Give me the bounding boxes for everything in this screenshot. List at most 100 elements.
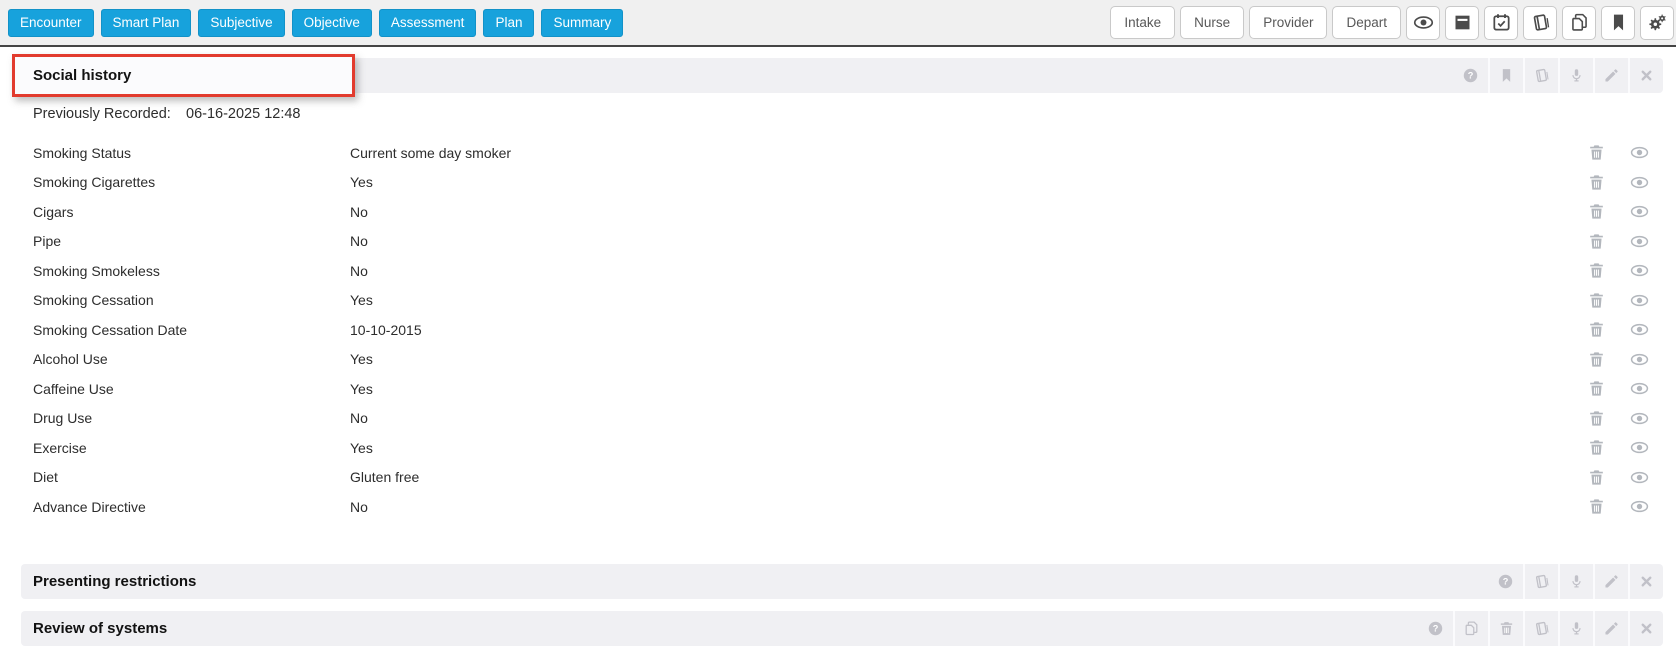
eye-icon [1413, 12, 1434, 33]
social-history-header[interactable]: Social history ? [12, 54, 1663, 97]
eye-icon[interactable] [1630, 379, 1649, 398]
trash-icon[interactable] [1587, 320, 1606, 339]
help-button[interactable]: ? [1453, 58, 1488, 93]
close-button[interactable] [1628, 563, 1663, 599]
row-actions [1587, 232, 1663, 251]
nav-button-summary[interactable]: Summary [541, 8, 624, 37]
trash-icon[interactable] [1587, 202, 1606, 221]
help-icon: ? [1427, 620, 1444, 637]
trash-icon[interactable] [1587, 143, 1606, 162]
book-icon [1530, 12, 1551, 33]
trash-icon[interactable] [1587, 379, 1606, 398]
trash-icon[interactable] [1587, 291, 1606, 310]
eye-icon[interactable] [1630, 497, 1649, 516]
stage-button-nurse[interactable]: Nurse [1180, 6, 1245, 39]
eye-icon[interactable] [1630, 261, 1649, 280]
table-row: Alcohol Use Yes [21, 345, 1663, 375]
table-row: Cigars No [21, 197, 1663, 227]
row-actions [1587, 468, 1663, 487]
help-button[interactable]: ? [1488, 564, 1523, 599]
nav-button-smart-plan[interactable]: Smart Plan [100, 8, 192, 37]
stage-button-depart[interactable]: Depart [1332, 6, 1401, 39]
pencil-button[interactable] [1593, 610, 1628, 646]
row-value: No [350, 233, 368, 250]
book-button[interactable] [1523, 610, 1558, 646]
trash-icon[interactable] [1587, 173, 1606, 192]
eye-icon[interactable] [1630, 409, 1649, 428]
toolbar-archive-button[interactable] [1445, 5, 1479, 40]
microphone-button[interactable] [1558, 563, 1593, 599]
toolbar-calendar-check-button[interactable] [1484, 5, 1518, 40]
stage-button-intake[interactable]: Intake [1110, 6, 1176, 39]
trash-icon[interactable] [1587, 261, 1606, 280]
row-value: Yes [350, 439, 373, 456]
row-label: Exercise [33, 439, 87, 456]
row-actions [1587, 173, 1663, 192]
toolbar-right-group: Intake Nurse Provider Depart [1110, 5, 1674, 40]
table-row: Drug Use No [21, 404, 1663, 434]
archive-icon [1452, 12, 1473, 33]
nav-button-subjective[interactable]: Subjective [198, 8, 285, 37]
presenting-restrictions-header[interactable]: Presenting restrictions ? [21, 563, 1663, 599]
table-row: Smoking Status Current some day smoker [21, 138, 1663, 168]
svg-text:?: ? [1468, 71, 1474, 81]
table-row: Smoking Cessation Yes [21, 286, 1663, 316]
row-actions [1587, 438, 1663, 457]
row-label: Smoking Cessation Date [33, 321, 188, 338]
svg-text:?: ? [1503, 576, 1509, 586]
book-button[interactable] [1523, 58, 1558, 93]
bookmark-button[interactable] [1488, 58, 1523, 93]
eye-icon[interactable] [1630, 143, 1649, 162]
copy-button[interactable] [1453, 610, 1488, 646]
row-actions [1587, 350, 1663, 369]
trash-icon[interactable] [1587, 409, 1606, 428]
trash-icon[interactable] [1587, 232, 1606, 251]
row-actions [1587, 320, 1663, 339]
help-button[interactable]: ? [1418, 611, 1453, 646]
eye-icon[interactable] [1630, 468, 1649, 487]
microphone-button[interactable] [1558, 58, 1593, 93]
previously-recorded: Previously Recorded: 06-16-2025 12:48 [21, 103, 1663, 125]
trash-icon[interactable] [1587, 468, 1606, 487]
review-of-systems-header[interactable]: Review of systems ? [21, 610, 1663, 646]
book-button[interactable] [1523, 563, 1558, 599]
trash-icon[interactable] [1587, 350, 1606, 369]
toolbar-copy-button[interactable] [1562, 5, 1596, 40]
trash-icon[interactable] [1587, 497, 1606, 516]
calendar-check-icon [1491, 12, 1512, 33]
pencil-button[interactable] [1593, 58, 1628, 93]
toolbar-gears-button[interactable] [1640, 5, 1674, 40]
toolbar-bookmark-button[interactable] [1601, 5, 1635, 40]
nav-button-assessment[interactable]: Assessment [378, 8, 477, 37]
row-actions [1587, 261, 1663, 280]
top-toolbar: Encounter Smart Plan Subjective Objective As… [0, 0, 1676, 47]
nav-button-objective[interactable]: Objective [291, 8, 372, 37]
row-label: Drug Use [33, 410, 93, 427]
eye-icon[interactable] [1630, 320, 1649, 339]
book-icon [1533, 573, 1550, 590]
pencil-button[interactable] [1593, 563, 1628, 599]
row-value: No [350, 410, 368, 427]
microphone-icon [1568, 67, 1585, 84]
row-label: Smoking Cigarettes [33, 174, 156, 191]
trash-button[interactable] [1488, 610, 1523, 646]
row-value: Yes [350, 174, 373, 191]
nav-button-encounter[interactable]: Encounter [8, 8, 94, 37]
eye-icon[interactable] [1630, 173, 1649, 192]
eye-icon[interactable] [1630, 438, 1649, 457]
eye-icon[interactable] [1630, 202, 1649, 221]
toolbar-book-button[interactable] [1523, 5, 1557, 40]
microphone-icon [1568, 620, 1585, 637]
close-button[interactable] [1628, 58, 1663, 93]
trash-icon[interactable] [1587, 438, 1606, 457]
row-label: Advance Directive [33, 498, 146, 515]
stage-button-provider[interactable]: Provider [1249, 6, 1328, 39]
microphone-button[interactable] [1558, 610, 1593, 646]
close-button[interactable] [1628, 610, 1663, 646]
row-actions [1587, 409, 1663, 428]
toolbar-eye-button[interactable] [1406, 5, 1440, 40]
eye-icon[interactable] [1630, 232, 1649, 251]
eye-icon[interactable] [1630, 291, 1649, 310]
nav-button-plan[interactable]: Plan [483, 8, 535, 37]
eye-icon[interactable] [1630, 350, 1649, 369]
